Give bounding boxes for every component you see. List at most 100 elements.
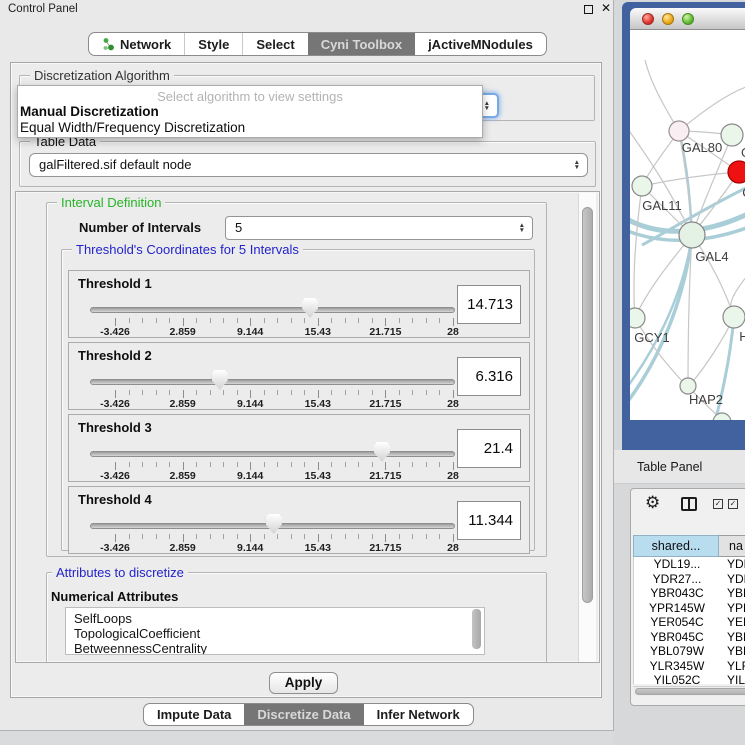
tab-network[interactable]: Network bbox=[89, 33, 184, 55]
table-cell[interactable]: YDL19... bbox=[634, 557, 720, 572]
attribute-list-item[interactable]: TopologicalCoefficient bbox=[74, 626, 484, 641]
network-node[interactable] bbox=[721, 124, 743, 146]
table-header-row: shared... na bbox=[633, 535, 745, 557]
slider-tick bbox=[399, 318, 400, 323]
network-window-titlebar[interactable] bbox=[630, 8, 745, 30]
table-horizontal-scrollbar[interactable] bbox=[633, 686, 745, 696]
table-row[interactable]: YER054CYER0 bbox=[634, 615, 745, 630]
settings-scrollbar-thumb[interactable] bbox=[582, 207, 593, 603]
table-data-combobox[interactable]: galFiltered.sif default node bbox=[29, 153, 588, 177]
node-table: shared... na YDL19...YDL1YDR27...YDR2YBR… bbox=[633, 535, 745, 684]
network-node[interactable] bbox=[728, 161, 745, 183]
network-edge[interactable] bbox=[634, 186, 642, 318]
table-cell[interactable]: YER0 bbox=[720, 615, 745, 630]
table-cell[interactable]: YBR045C bbox=[634, 630, 720, 645]
attribute-list-item[interactable]: SelfLoops bbox=[74, 611, 484, 626]
table-row[interactable]: YBR045CYBR0 bbox=[634, 630, 745, 645]
checkbox-icon[interactable] bbox=[713, 499, 723, 509]
table-cell[interactable]: YBR043C bbox=[634, 586, 720, 601]
tab-discretize-data[interactable]: Discretize Data bbox=[244, 704, 363, 725]
slider-tick bbox=[304, 534, 305, 539]
table-cell[interactable]: YDL1 bbox=[720, 557, 745, 572]
control-panel-window: Control Panel Network Style Select Cyni … bbox=[0, 0, 614, 731]
network-canvas[interactable]: GAL80GCGAL11GAL4GCY1HHAP2 bbox=[630, 30, 745, 420]
table-cell[interactable]: YER054C bbox=[634, 615, 720, 630]
network-node-label: GAL11 bbox=[642, 198, 682, 213]
network-node[interactable] bbox=[632, 176, 652, 196]
table-cell[interactable]: YBR0 bbox=[720, 630, 745, 645]
tab-select[interactable]: Select bbox=[242, 33, 307, 55]
table-cell[interactable]: YPR145W bbox=[634, 601, 720, 616]
tab-jactivemnodules[interactable]: jActiveMNodules bbox=[415, 33, 546, 55]
column-header-name[interactable]: na bbox=[719, 535, 745, 557]
threshold-2-slider-thumb[interactable] bbox=[212, 370, 228, 390]
threshold-2-value-field[interactable]: 6.316 bbox=[457, 357, 521, 396]
table-row[interactable]: YIL052CYIL0 bbox=[634, 673, 745, 684]
threshold-1-slider-track[interactable] bbox=[90, 307, 455, 313]
algorithm-option-equal-width[interactable]: Equal Width/Frequency Discretization bbox=[18, 120, 482, 136]
close-traffic-light[interactable] bbox=[642, 13, 654, 25]
table-cell[interactable]: YIL052C bbox=[634, 673, 720, 684]
table-row[interactable]: YDR27...YDR2 bbox=[634, 572, 745, 587]
threshold-2-label: Threshold 2 bbox=[78, 348, 152, 363]
tab-infer-network[interactable]: Infer Network bbox=[364, 704, 473, 725]
table-row[interactable]: YBL079WYBL0 bbox=[634, 644, 745, 659]
network-node[interactable] bbox=[679, 222, 705, 248]
table-cell[interactable]: YBR0 bbox=[720, 586, 745, 601]
tab-style[interactable]: Style bbox=[184, 33, 242, 55]
checkbox-icon[interactable] bbox=[728, 499, 738, 509]
attribute-list-item[interactable]: BetweennessCentrality bbox=[74, 641, 484, 655]
network-node[interactable] bbox=[723, 306, 745, 328]
zoom-traffic-light[interactable] bbox=[682, 13, 694, 25]
slider-tick bbox=[223, 318, 224, 323]
table-cell[interactable]: YIL0 bbox=[720, 673, 745, 684]
float-window-icon[interactable] bbox=[584, 5, 593, 14]
close-window-icon[interactable] bbox=[601, 1, 611, 15]
tab-impute-data[interactable]: Impute Data bbox=[144, 704, 244, 725]
table-cell[interactable]: YBL0 bbox=[720, 644, 745, 659]
apply-button[interactable]: Apply bbox=[269, 672, 338, 694]
slider-tick-label: -3.426 bbox=[100, 398, 130, 410]
network-edge[interactable] bbox=[645, 60, 679, 131]
network-edge[interactable] bbox=[692, 235, 734, 317]
slider-tick bbox=[399, 462, 400, 467]
table-scrollbar-thumb[interactable] bbox=[635, 688, 745, 695]
column-header-shared-name[interactable]: shared... bbox=[633, 535, 719, 557]
threshold-3-slider-thumb[interactable] bbox=[374, 442, 390, 462]
threshold-2-slider-track[interactable] bbox=[90, 379, 455, 385]
threshold-1-slider-thumb[interactable] bbox=[302, 298, 318, 318]
threshold-3-value-field[interactable]: 21.4 bbox=[457, 429, 521, 468]
table-cell[interactable]: YPR1 bbox=[720, 601, 745, 616]
slider-tick bbox=[237, 534, 238, 539]
slider-tick bbox=[439, 534, 440, 539]
network-edge[interactable] bbox=[642, 172, 739, 186]
threshold-4-value-field[interactable]: 11.344 bbox=[457, 501, 521, 540]
network-node[interactable] bbox=[669, 121, 689, 141]
threshold-4-slider-thumb[interactable] bbox=[266, 514, 282, 534]
threshold-1-value-field[interactable]: 14.713 bbox=[457, 285, 521, 324]
number-of-intervals-combobox[interactable]: 5 bbox=[225, 216, 533, 240]
table-row[interactable]: YDL19...YDL1 bbox=[634, 557, 745, 572]
slider-tick bbox=[210, 462, 211, 467]
slider-tick bbox=[115, 318, 116, 326]
threshold-3-slider-track[interactable] bbox=[90, 451, 455, 457]
table-cell[interactable]: YLR3 bbox=[720, 659, 745, 674]
tab-cyni-toolbox[interactable]: Cyni Toolbox bbox=[308, 33, 415, 55]
table-row[interactable]: YPR145WYPR1 bbox=[634, 601, 745, 616]
minimize-traffic-light[interactable] bbox=[662, 13, 674, 25]
screen: Control Panel Network Style Select Cyni … bbox=[0, 0, 745, 745]
split-columns-icon[interactable] bbox=[681, 497, 697, 511]
table-cell[interactable]: YBL079W bbox=[634, 644, 720, 659]
table-cell[interactable]: YDR2 bbox=[720, 572, 745, 587]
table-cell[interactable]: YLR345W bbox=[634, 659, 720, 674]
slider-tick-label: 28 bbox=[447, 542, 459, 554]
slider-tick bbox=[385, 390, 386, 398]
table-row[interactable]: YLR345WYLR3 bbox=[634, 659, 745, 674]
table-row[interactable]: YBR043CYBR0 bbox=[634, 586, 745, 601]
settings-vertical-scrollbar[interactable] bbox=[578, 193, 596, 663]
table-cell[interactable]: YDR27... bbox=[634, 572, 720, 587]
gear-icon[interactable] bbox=[645, 493, 660, 513]
attributes-list-scrollbar[interactable] bbox=[472, 609, 481, 649]
algorithm-option-manual[interactable]: Manual Discretization bbox=[18, 104, 482, 120]
network-node[interactable] bbox=[630, 308, 645, 328]
